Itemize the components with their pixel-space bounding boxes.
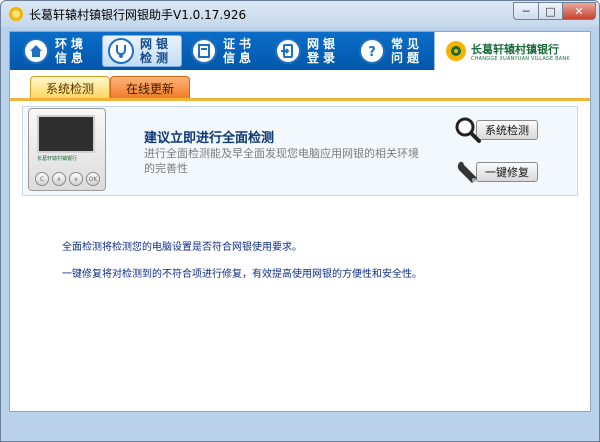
maximize-button[interactable]: □ bbox=[538, 2, 563, 20]
system-check-label: 系统检测 bbox=[476, 120, 538, 140]
info-line-check: 全面检测将检测您的电脑设置是否符合网银使用要求。 bbox=[62, 242, 302, 253]
device-bank-name: 长葛轩辕村镇银行 bbox=[37, 156, 78, 162]
device-screen bbox=[37, 115, 95, 153]
bank-name: 长葛轩辕村镇银行 bbox=[471, 43, 559, 56]
tab-underline bbox=[10, 98, 590, 101]
nav-item-banking-check[interactable]: 网银 检测 bbox=[102, 35, 182, 67]
wrench-icon bbox=[457, 161, 477, 183]
svg-text:?: ? bbox=[368, 45, 376, 59]
app-icon bbox=[9, 7, 23, 21]
nav-item-environment-info[interactable]: 环境 信息 bbox=[18, 35, 98, 67]
login-icon bbox=[275, 38, 301, 64]
magnifier-icon bbox=[455, 117, 481, 143]
device-button: C bbox=[35, 172, 49, 186]
nav-item-banking-login[interactable]: 网银 登录 bbox=[270, 35, 350, 67]
close-button[interactable]: ✕ bbox=[562, 2, 596, 20]
title-bar[interactable]: 长葛轩辕村镇银行网银助手V1.0.17.926 ─ □ ✕ bbox=[1, 1, 599, 27]
app-window: 长葛轩辕村镇银行网银助手V1.0.17.926 ─ □ ✕ 环境 信息 网银 检测 bbox=[0, 0, 600, 442]
bank-name-english: CHANGGE XUANYUAN VILLAGE BANK bbox=[471, 56, 570, 62]
question-icon: ? bbox=[359, 38, 385, 64]
device-button: ∨ bbox=[69, 172, 83, 186]
system-check-button[interactable]: 系统检测 bbox=[454, 117, 546, 144]
info-line-repair: 一键修复将对检测到的不符合项进行修复，有效提高使用网银的方便性和安全性。 bbox=[62, 269, 422, 280]
status-bar bbox=[1, 413, 599, 441]
tab-online-update[interactable]: 在线更新 bbox=[110, 76, 190, 99]
nav-label: 网银 检测 bbox=[140, 37, 173, 65]
window-title: 长葛轩辕村镇银行网银助手V1.0.17.926 bbox=[29, 8, 247, 22]
certificate-icon bbox=[191, 38, 217, 64]
usb-key-device-image: 长葛轩辕村镇银行 C ∧ ∨ OK bbox=[28, 108, 106, 191]
bank-logo-icon bbox=[446, 41, 466, 61]
main-content: 环境 信息 网银 检测 证书 信息 网银 登录 ? 常见 问题 长葛轩辕村镇银行… bbox=[9, 31, 591, 412]
nav-label: 常见 问题 bbox=[391, 37, 424, 65]
stethoscope-icon bbox=[108, 38, 134, 64]
check-description-line2: 的完善性 bbox=[144, 162, 188, 175]
check-description-line1: 进行全面检测能及早全面发现您电脑应用网银的相关环境 bbox=[144, 147, 419, 160]
top-navbar: 环境 信息 网银 检测 证书 信息 网银 登录 ? 常见 问题 长葛轩辕村镇银行… bbox=[10, 32, 590, 70]
minimize-button[interactable]: ─ bbox=[513, 2, 539, 20]
nav-label: 网银 登录 bbox=[307, 37, 340, 65]
one-click-repair-label: 一键修复 bbox=[476, 162, 538, 182]
device-button: ∧ bbox=[52, 172, 66, 186]
nav-label: 环境 信息 bbox=[55, 37, 88, 65]
one-click-repair-button[interactable]: 一键修复 bbox=[454, 160, 546, 186]
device-button: OK bbox=[86, 172, 100, 186]
home-icon bbox=[23, 38, 49, 64]
nav-label: 证书 信息 bbox=[223, 37, 256, 65]
check-heading: 建议立即进行全面检测 bbox=[144, 131, 275, 146]
bank-logo: 长葛轩辕村镇银行 CHANGGE XUANYUAN VILLAGE BANK bbox=[434, 32, 590, 70]
tab-system-check[interactable]: 系统检测 bbox=[30, 76, 110, 99]
nav-item-certificate-info[interactable]: 证书 信息 bbox=[186, 35, 266, 67]
nav-item-faq[interactable]: ? 常见 问题 bbox=[354, 35, 434, 67]
